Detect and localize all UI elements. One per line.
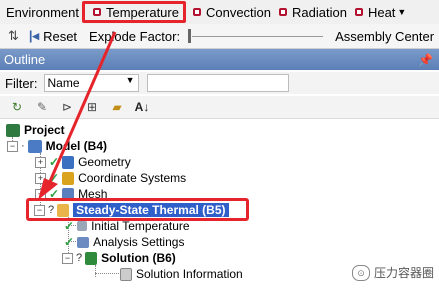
explode-factor-slider[interactable]: [188, 27, 324, 45]
check-icon: ✓: [49, 155, 60, 169]
tree-item-initial-temperature[interactable]: ✓ Initial Temperature: [64, 218, 190, 234]
coordinate-systems-icon: [62, 171, 75, 185]
explode-factor-label: Explode Factor:: [89, 28, 181, 44]
reset-icon: |◂: [28, 28, 40, 43]
radiation-icon: [279, 7, 289, 17]
tree-connect-icon[interactable]: ⊳: [59, 99, 75, 115]
check-icon: ✓: [49, 171, 60, 185]
sort-az-icon[interactable]: A↓: [134, 99, 150, 115]
solution-info-icon: [120, 267, 132, 281]
heat-dropdown[interactable]: Heat ▼: [354, 5, 407, 20]
chevron-down-icon: ▼: [125, 75, 135, 85]
model-icon: [27, 139, 42, 153]
tree-item-geometry[interactable]: + ✓ Geometry: [35, 154, 131, 170]
filter-row: Filter: Name ▼: [0, 72, 439, 94]
outline-header: Outline 📌: [0, 49, 439, 70]
pin-icon[interactable]: 📌: [418, 53, 433, 67]
tree-connector: [95, 265, 96, 277]
refresh-icon[interactable]: ↻: [9, 99, 25, 115]
environment-toolbar: Environment Temperature Convection Radia…: [0, 0, 439, 25]
reset-button[interactable]: |◂ Reset: [29, 28, 77, 44]
filter-input[interactable]: [146, 74, 289, 92]
assembly-center-label[interactable]: Assembly Center: [335, 29, 434, 44]
tree-item-analysis-settings[interactable]: ✓ Analysis Settings: [64, 234, 184, 250]
convection-icon: [192, 7, 203, 17]
collapse-icon[interactable]: −: [62, 252, 73, 264]
temperature-highlight-box: [82, 1, 186, 23]
chevron-down-icon: ▼: [397, 7, 407, 17]
tree-item-coordinate-systems[interactable]: + ✓ Coordinate Systems: [35, 170, 186, 186]
heat-icon: [354, 7, 365, 17]
geometry-icon: [62, 155, 75, 169]
tree-item-solution-information[interactable]: Solution Information: [120, 266, 243, 282]
solution-icon: [85, 251, 98, 265]
expand-icon[interactable]: +: [35, 172, 46, 184]
check-icon: ✓: [64, 235, 75, 249]
slider-thumb[interactable]: [188, 29, 192, 43]
view-toolbar: ⇅ |◂ Reset Explode Factor: Assembly Cent…: [0, 24, 439, 49]
check-icon: ✓: [64, 219, 75, 233]
environment-label: Environment: [6, 4, 79, 20]
status-question-icon: ?: [76, 252, 83, 264]
outline-tool-icons: ↻ ✎ ⊳ ⊞ ▰ A↓: [0, 96, 439, 119]
filter-select[interactable]: Name ▼: [43, 74, 139, 92]
wechat-icon: ⊙: [352, 264, 370, 281]
expand-all-icon[interactable]: ⊞: [84, 99, 100, 115]
radiation-button[interactable]: Radiation: [279, 5, 347, 20]
pin-tool-icon[interactable]: ⇅: [8, 28, 19, 44]
expand-icon[interactable]: +: [35, 156, 46, 168]
tree-item-project[interactable]: Project: [6, 122, 65, 138]
slider-track: [192, 36, 324, 37]
convection-button[interactable]: Convection: [192, 5, 271, 20]
watermark: ⊙ 压力容器圈: [352, 264, 434, 281]
properties-icon[interactable]: ✎: [34, 99, 50, 115]
tree-item-model[interactable]: − · Model (B4): [7, 138, 107, 154]
outline-title: Outline: [4, 52, 46, 67]
initial-temperature-icon: [77, 221, 88, 231]
tree-item-solution[interactable]: − ? Solution (B6): [62, 250, 176, 266]
status-icon: ·: [21, 140, 25, 152]
project-icon: [6, 123, 20, 137]
collapse-icon[interactable]: −: [7, 140, 18, 152]
folder-icon[interactable]: ▰: [109, 99, 125, 115]
analysis-settings-icon: [77, 236, 90, 248]
filter-label: Filter:: [5, 75, 38, 91]
